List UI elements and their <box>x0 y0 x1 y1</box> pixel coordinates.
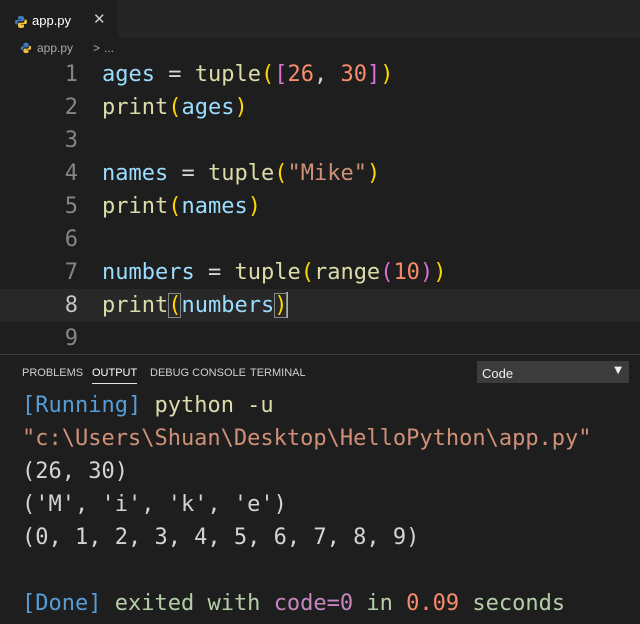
code-text[interactable]: print(ages) <box>102 91 248 124</box>
python-icon <box>20 42 32 54</box>
tab-title: app.py <box>32 13 72 28</box>
text-cursor <box>286 292 289 318</box>
code-text[interactable]: names = tuple("Mike") <box>102 157 380 190</box>
breadcrumb-separator: > <box>93 41 101 55</box>
code-line[interactable]: 2 print(ages) <box>0 91 640 124</box>
line-number: 8 <box>64 293 78 318</box>
output-line-done: [Done] exited with code=0 in 0.09 second… <box>22 587 565 620</box>
seconds-text: seconds <box>472 591 566 616</box>
code-line[interactable]: 5 print(names) <box>0 190 640 223</box>
running-tag: [Running] <box>22 393 142 418</box>
chevron-down-icon: ▼ <box>614 365 622 376</box>
code-line[interactable]: 6 <box>0 223 640 256</box>
code-line[interactable]: 4 names = tuple("Mike") <box>0 157 640 190</box>
code-line-current[interactable]: 8 print(numbers) <box>0 289 640 322</box>
output-line-path: "c:\Users\Shuan\Desktop\HelloPython\app.… <box>22 426 592 451</box>
line-number: 2 <box>64 95 78 120</box>
tab-app-py[interactable]: app.py ✕ <box>0 0 118 38</box>
line-number: 7 <box>64 260 78 285</box>
editor-tab-bar: app.py ✕ <box>0 0 640 38</box>
code-line[interactable]: 9 <box>0 322 640 354</box>
tab-terminal[interactable]: TERMINAL <box>250 367 306 383</box>
python-icon <box>15 16 27 28</box>
output-line-result: (26, 30) <box>22 459 128 484</box>
tab-problems[interactable]: PROBLEMS <box>22 367 83 383</box>
line-number: 5 <box>64 194 78 219</box>
done-tag: [Done] <box>22 591 102 616</box>
exited-with-text: exited with <box>114 591 261 616</box>
breadcrumb: app.py > ... <box>0 38 640 58</box>
line-number: 1 <box>64 62 78 87</box>
run-command: python -u <box>154 393 274 418</box>
in-text: in <box>366 591 393 616</box>
output-channel-value: Code <box>482 366 514 381</box>
line-number: 4 <box>64 161 78 186</box>
code-line[interactable]: 7 numbers = tuple(range(10)) <box>0 256 640 289</box>
line-number: 6 <box>64 227 78 252</box>
output-channel-select[interactable]: Code ▼ <box>477 361 629 383</box>
code-editor[interactable]: 1 ages = tuple([26, 30]) 2 print(ages) 3… <box>0 58 640 354</box>
output-line-result: ('M', 'i', 'k', 'e') <box>22 492 287 517</box>
code-text[interactable]: numbers = tuple(range(10)) <box>102 256 446 289</box>
close-icon[interactable]: ✕ <box>93 10 106 28</box>
duration-value: 0.09 <box>406 591 460 616</box>
output-line-running: [Running] python -u <box>22 389 274 422</box>
code-text[interactable]: print(names) <box>102 190 261 223</box>
bottom-panel: PROBLEMS OUTPUT DEBUG CONSOLE TERMINAL C… <box>0 354 640 624</box>
output-line-result: (0, 1, 2, 3, 4, 5, 6, 7, 8, 9) <box>22 525 420 550</box>
code-line[interactable]: 1 ages = tuple([26, 30]) <box>0 58 640 91</box>
breadcrumb-file[interactable]: app.py <box>37 41 73 55</box>
tab-debug-console[interactable]: DEBUG CONSOLE <box>150 367 246 383</box>
breadcrumb-more[interactable]: ... <box>104 41 114 55</box>
line-number: 3 <box>64 128 78 153</box>
exit-code: code=0 <box>273 591 354 616</box>
code-text[interactable]: ages = tuple([26, 30]) <box>102 58 393 91</box>
code-text[interactable]: print(numbers) <box>102 289 289 322</box>
tab-output[interactable]: OUTPUT <box>92 367 138 384</box>
code-line[interactable]: 3 <box>0 124 640 157</box>
line-number: 9 <box>64 326 78 351</box>
